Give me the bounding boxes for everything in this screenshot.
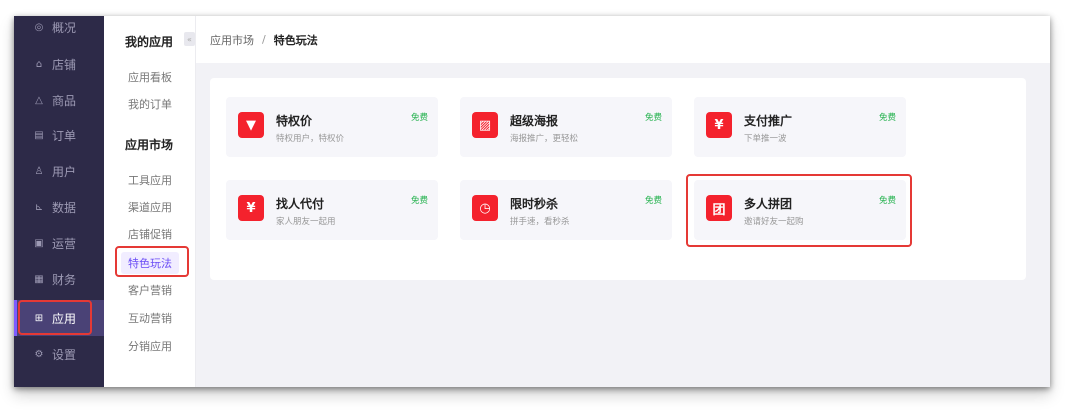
diamond-icon: ▼	[238, 112, 264, 138]
user-icon: ♙	[34, 165, 44, 177]
card-description: 海报推广，更轻松	[510, 134, 579, 144]
subnav-item-tool-apps[interactable]: 工具应用	[128, 172, 172, 188]
primary-sidebar: ◎ 概况 ⌂ 店铺 △ 商品 ▤ 订单 ♙ 用户 ⊾ 数据 ▣ 运营 ▦ 财务	[14, 16, 104, 387]
nav-item-apps[interactable]: ⊞ 应用	[14, 300, 104, 336]
app-card-pay-for-me[interactable]: ¥ 找人代付 家人朋友一起用 免费	[226, 180, 438, 240]
subnav-item-special-play[interactable]: 特色玩法	[121, 252, 179, 274]
app-cards-panel: ▼ 特权价 特权用户，特权价 免费 ▨ 超级海报 海报推广，更轻松 免费 ¥ 支…	[210, 78, 1026, 280]
alarm-clock-icon: ◷	[472, 195, 498, 221]
nav-item-label: 设置	[52, 347, 77, 362]
app-market-heading: 应用市场	[125, 138, 174, 152]
image-icon: ▨	[472, 112, 498, 138]
free-badge: 免费	[878, 113, 896, 123]
finance-icon: ▦	[34, 273, 44, 285]
nav-item-operations[interactable]: ▣ 运营	[14, 225, 104, 261]
card-description: 下单推一波	[744, 134, 787, 144]
card-description: 拼手速，看秒杀	[510, 217, 570, 227]
card-description: 家人朋友一起用	[276, 217, 336, 227]
coin-icon: ¥	[238, 195, 264, 221]
nav-item-products[interactable]: △ 商品	[14, 82, 104, 118]
app-card-payment-promotion[interactable]: ¥ 支付推广 下单推一波 免费	[694, 97, 906, 157]
card-title: 找人代付	[276, 197, 325, 211]
operations-icon: ▣	[34, 237, 44, 249]
breadcrumb-parent[interactable]: 应用市场	[210, 32, 254, 48]
breadcrumb-current: 特色玩法	[273, 33, 318, 47]
secondary-sidebar: 我的应用 « 应用看板 我的订单 应用市场 工具应用 渠道应用 店铺促销 特色玩…	[104, 16, 196, 387]
app-card-flash-sale[interactable]: ◷ 限时秒杀 拼手速，看秒杀 免费	[460, 180, 672, 240]
overview-icon: ◎	[34, 21, 44, 33]
nav-item-label: 概况	[52, 20, 77, 35]
nav-item-store[interactable]: ⌂ 店铺	[14, 46, 104, 82]
nav-item-settings[interactable]: ⚙ 设置	[14, 336, 104, 372]
document-icon: ▤	[34, 129, 44, 141]
nav-item-finance[interactable]: ▦ 财务	[14, 261, 104, 297]
card-description: 邀请好友一起购	[744, 217, 804, 227]
chevron-left-icon: «	[187, 34, 192, 44]
subnav-item-interactive-marketing[interactable]: 互动营销	[128, 310, 172, 326]
bag-icon: △	[35, 94, 43, 106]
card-title: 特权价	[276, 114, 313, 128]
subnav-item-my-orders[interactable]: 我的订单	[128, 96, 172, 112]
free-badge: 免费	[410, 196, 428, 206]
chart-icon: ⊾	[34, 201, 44, 213]
app-window: ◎ 概况 ⌂ 店铺 △ 商品 ▤ 订单 ♙ 用户 ⊾ 数据 ▣ 运营 ▦ 财务	[14, 16, 1050, 387]
collapse-sidebar-button[interactable]: «	[184, 32, 195, 46]
app-card-super-poster[interactable]: ▨ 超级海报 海报推广，更轻松 免费	[460, 97, 672, 157]
nav-item-users[interactable]: ♙ 用户	[14, 153, 104, 189]
nav-item-label: 店铺	[52, 57, 77, 72]
card-title: 多人拼团	[744, 197, 793, 211]
store-icon: ⌂	[35, 58, 43, 70]
app-card-privilege-price[interactable]: ▼ 特权价 特权用户，特权价 免费	[226, 97, 438, 157]
nav-item-label: 订单	[52, 128, 77, 143]
free-badge: 免费	[644, 196, 662, 206]
nav-item-label: 运营	[52, 236, 77, 251]
breadcrumb: 应用市场 / 特色玩法	[196, 16, 1050, 63]
subnav-item-app-board[interactable]: 应用看板	[128, 69, 172, 85]
nav-item-orders[interactable]: ▤ 订单	[14, 117, 104, 153]
card-description: 特权用户，特权价	[276, 134, 345, 144]
card-title: 超级海报	[510, 114, 559, 128]
subnav-item-customer-marketing[interactable]: 客户营销	[128, 282, 172, 298]
nav-item-overview[interactable]: ◎ 概况	[14, 16, 104, 45]
app-card-group-buy[interactable]: 团 多人拼团 邀请好友一起购 免费	[694, 180, 906, 240]
subnav-item-distribution-apps[interactable]: 分销应用	[128, 338, 172, 354]
nav-item-label: 商品	[52, 93, 77, 108]
my-apps-heading: 我的应用	[125, 35, 174, 49]
group-icon: 团	[706, 195, 732, 221]
card-title: 限时秒杀	[510, 197, 559, 211]
breadcrumb-separator: /	[262, 33, 266, 46]
subnav-item-channel-apps[interactable]: 渠道应用	[128, 199, 172, 215]
subnav-item-store-promo[interactable]: 店铺促销	[128, 226, 172, 242]
nav-item-data[interactable]: ⊾ 数据	[14, 189, 104, 225]
wallet-icon: ¥	[706, 112, 732, 138]
nav-item-label: 数据	[52, 200, 77, 215]
free-badge: 免费	[644, 113, 662, 123]
nav-item-label: 用户	[52, 164, 77, 179]
apps-grid-icon: ⊞	[34, 312, 44, 324]
nav-item-label: 财务	[52, 272, 77, 287]
nav-item-label: 应用	[52, 311, 77, 326]
card-title: 支付推广	[744, 114, 793, 128]
gear-icon: ⚙	[34, 348, 44, 360]
free-badge: 免费	[410, 113, 428, 123]
free-badge: 免费	[878, 196, 896, 206]
